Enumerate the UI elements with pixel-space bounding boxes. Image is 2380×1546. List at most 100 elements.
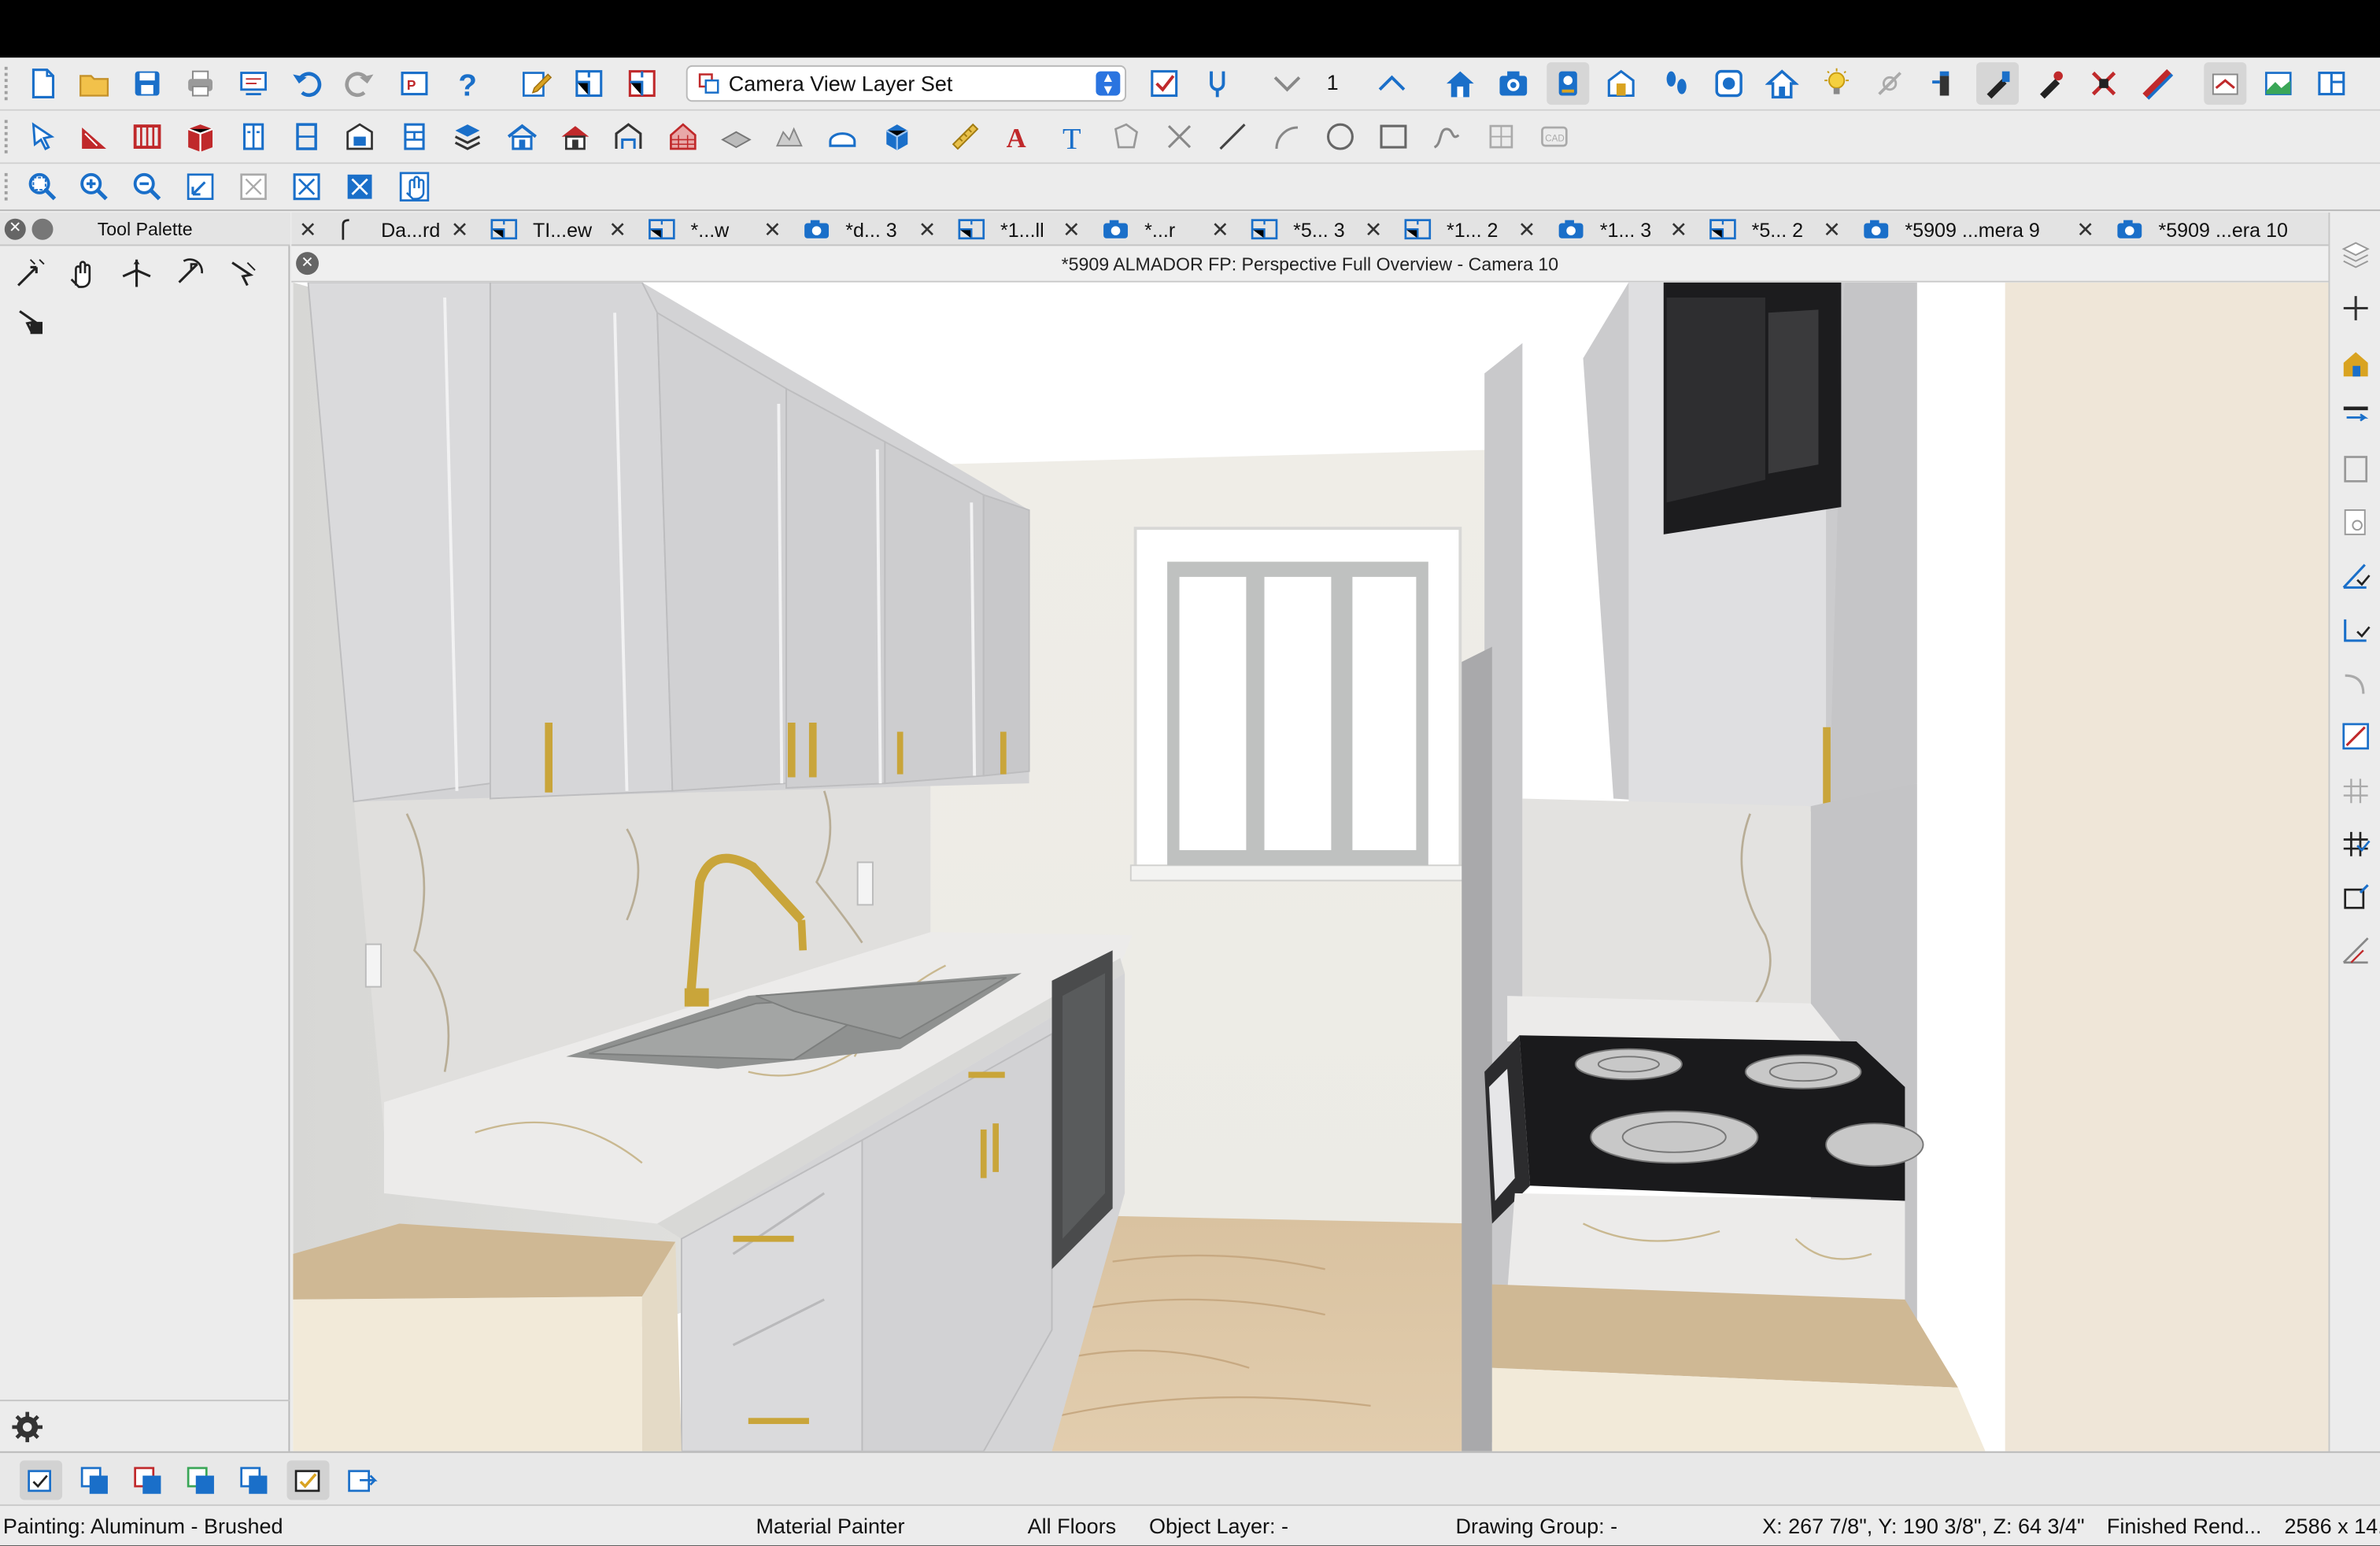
gear-icon[interactable] — [5, 1404, 50, 1450]
slab-icon[interactable] — [715, 116, 757, 158]
send-view-icon[interactable] — [340, 1460, 382, 1500]
tab-view[interactable]: ✕ *...r — [1062, 213, 1175, 245]
tab-view[interactable]: ✕ *1... 3 — [1518, 213, 1652, 245]
tab-view[interactable]: ✕ *1... 2 — [1365, 213, 1499, 245]
footprints-icon[interactable] — [1654, 62, 1697, 105]
save-icon[interactable] — [126, 62, 168, 105]
room-roof-icon[interactable] — [501, 116, 543, 158]
spline-tool-icon[interactable] — [1425, 116, 1468, 158]
tab-view[interactable]: ✕ *5909 ...mera 9 — [1823, 213, 2040, 245]
window-icon[interactable] — [338, 116, 381, 158]
text-arrow-icon[interactable]: A — [997, 116, 1040, 158]
line-tool-icon[interactable] — [1211, 116, 1254, 158]
fill-window-building-icon[interactable] — [232, 165, 275, 208]
pencil-ruler-icon[interactable] — [2136, 62, 2179, 105]
floor-down-icon[interactable] — [1266, 62, 1308, 105]
close-icon[interactable]: ✕ — [1365, 216, 1386, 242]
layer-check-icon[interactable] — [286, 1460, 330, 1500]
floor-plan-export-icon[interactable] — [567, 62, 610, 105]
stairs-icon[interactable] — [394, 116, 436, 158]
render-green-icon[interactable] — [179, 1460, 222, 1500]
terrain-view-icon[interactable] — [2257, 62, 2300, 105]
close-icon[interactable]: ✕ — [299, 216, 320, 242]
close-icon[interactable]: ✕ — [4, 218, 26, 240]
delete-materials-icon[interactable] — [2082, 62, 2125, 105]
palette-undock-icon[interactable] — [31, 218, 54, 240]
move-axis-icon[interactable] — [114, 250, 160, 296]
close-icon[interactable]: ✕ — [1211, 216, 1232, 242]
hand-pan-icon[interactable] — [59, 250, 105, 296]
terrain-icon[interactable] — [768, 116, 811, 158]
undo-zoom-icon[interactable] — [179, 165, 222, 208]
tab-view[interactable]: ✕ *...w — [608, 213, 729, 245]
rotate-edit-icon[interactable] — [167, 250, 213, 296]
grid-snap-icon[interactable] — [2336, 771, 2375, 811]
zoom-in-icon[interactable] — [73, 165, 116, 208]
tab-active[interactable]: ✕ *5909 ...era 10 — [2076, 213, 2288, 245]
render-camera-icon[interactable] — [1708, 62, 1750, 105]
trim-molding-icon[interactable] — [821, 116, 863, 158]
light-off-icon[interactable] — [1868, 62, 1911, 105]
new-file-icon[interactable] — [21, 62, 64, 105]
open-folder-icon[interactable] — [73, 62, 116, 105]
arc-tool-icon[interactable] — [1266, 116, 1308, 158]
wall-tool-icon[interactable] — [73, 116, 116, 158]
undo-icon[interactable] — [286, 62, 328, 105]
cross-line-icon[interactable] — [1159, 116, 1201, 158]
object-snap-icon[interactable] — [2336, 610, 2375, 649]
snap-angle-icon[interactable] — [2336, 556, 2375, 595]
toolbar-grip[interactable] — [4, 172, 11, 201]
select-edit-tool-icon[interactable] — [8, 250, 54, 296]
edit-plan-icon[interactable] — [515, 62, 557, 105]
tab-view[interactable]: ✕ *d... 3 — [763, 213, 897, 245]
layer-set-select[interactable]: Camera View Layer Set ▲ ▼ — [686, 65, 1127, 102]
framing-icon[interactable] — [607, 116, 649, 158]
select-objects-icon[interactable] — [21, 116, 64, 158]
zoom-out-icon[interactable] — [126, 165, 168, 208]
circle-tool-icon[interactable] — [1319, 116, 1362, 158]
render-blue-icon[interactable] — [232, 1460, 275, 1500]
cad-import-icon[interactable]: CAD — [1533, 116, 1576, 158]
toolbar-grip[interactable] — [4, 120, 11, 153]
paint-dropper-icon[interactable] — [2030, 62, 2072, 105]
toolbar-grip[interactable] — [4, 66, 11, 101]
tape-measure-icon[interactable] — [944, 116, 987, 158]
close-icon[interactable]: ✕ — [296, 252, 320, 276]
redo-icon[interactable] — [338, 62, 381, 105]
walkthrough-camera-icon[interactable] — [1547, 62, 1590, 105]
arc-snap-icon[interactable] — [2336, 664, 2375, 703]
base-cabinet-icon[interactable] — [232, 116, 275, 158]
box-outline-icon[interactable] — [2336, 449, 2375, 489]
close-icon[interactable]: ✕ — [918, 216, 940, 242]
tab-view[interactable]: ✕ Da...rd — [299, 213, 440, 245]
layout-icon[interactable]: P — [394, 62, 436, 105]
fill-window-icon[interactable] — [286, 165, 328, 208]
tab-view[interactable]: ✕ *5... 3 — [1211, 213, 1345, 245]
fill-window-all-icon[interactable] — [338, 165, 381, 208]
masonry-icon[interactable] — [662, 116, 704, 158]
tab-view[interactable]: ✕ *1...ll — [918, 213, 1044, 245]
layer-camera-icon[interactable] — [20, 1460, 63, 1500]
cad-pattern-icon[interactable] — [1105, 116, 1148, 158]
house-outline-icon[interactable] — [1761, 62, 1803, 105]
door-icon[interactable] — [286, 116, 328, 158]
print-icon[interactable] — [179, 62, 222, 105]
floor-up-icon[interactable] — [1371, 62, 1414, 105]
select-arrow-icon[interactable] — [220, 250, 266, 296]
zoom-icon[interactable] — [21, 165, 64, 208]
elevation-camera-icon[interactable] — [1600, 62, 1643, 105]
cad-block-icon[interactable] — [1480, 116, 1522, 158]
close-icon[interactable]: ✕ — [1518, 216, 1539, 242]
floors-layers-icon[interactable] — [446, 116, 489, 158]
close-icon[interactable]: ✕ — [451, 216, 472, 242]
plan-red-icon[interactable] — [621, 62, 663, 105]
help-icon[interactable]: ? — [446, 62, 489, 105]
transform-tool-icon[interactable] — [8, 299, 54, 345]
railing-icon[interactable] — [126, 116, 168, 158]
3d-box-icon[interactable] — [876, 116, 918, 158]
close-icon[interactable]: ✕ — [2076, 216, 2097, 242]
camera-viewport[interactable] — [293, 282, 2329, 1452]
material-painter-icon[interactable] — [1976, 62, 2020, 105]
plumbing-fixture-icon[interactable] — [1196, 62, 1239, 105]
print-preview-icon[interactable] — [232, 62, 275, 105]
